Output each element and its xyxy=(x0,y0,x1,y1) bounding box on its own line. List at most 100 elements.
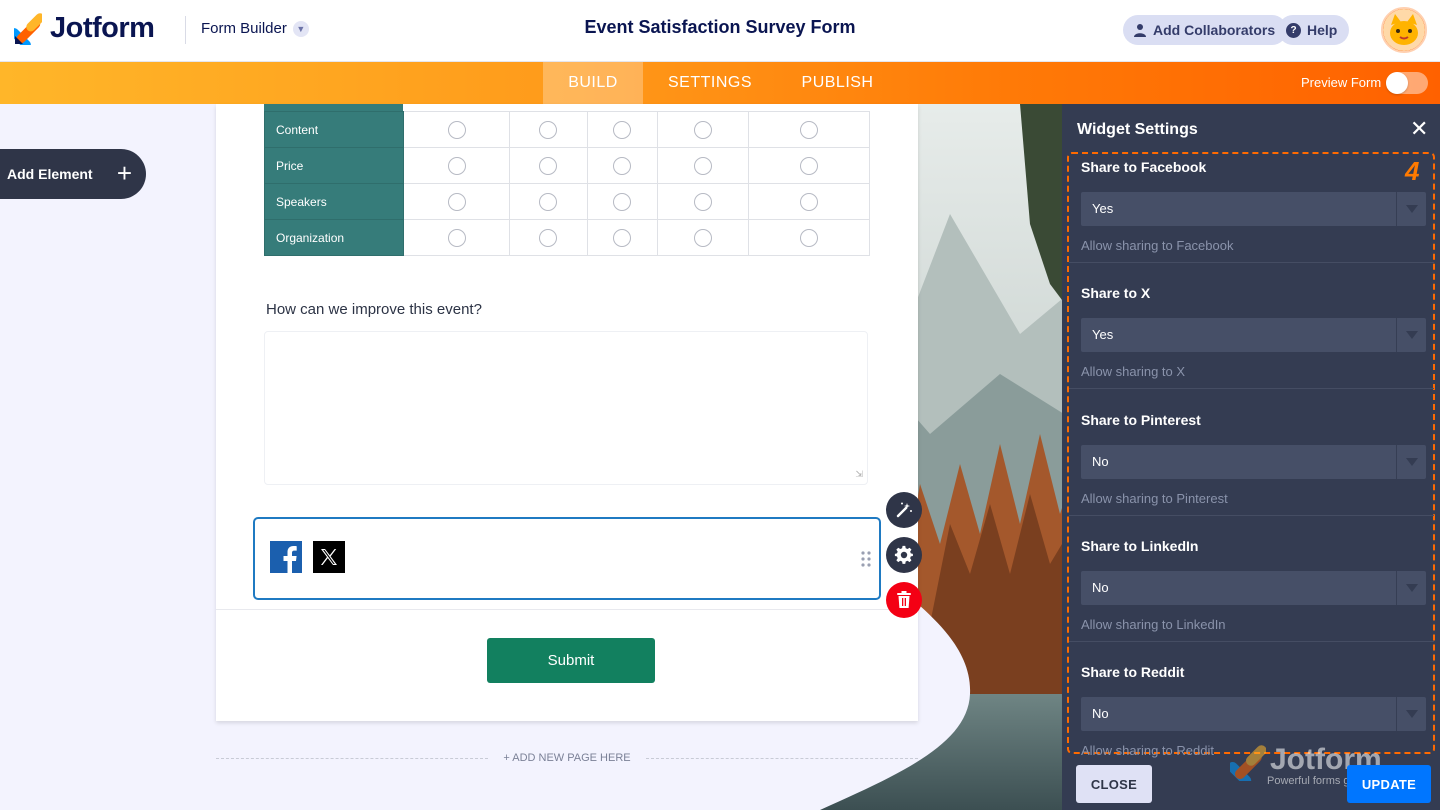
matrix-header-edge xyxy=(264,104,403,111)
setting-label: Share to X xyxy=(1081,285,1151,301)
preview-form-toggle[interactable] xyxy=(1386,72,1428,94)
matrix-cell xyxy=(656,183,749,220)
input-table: Content Price Speakers Organization xyxy=(263,111,871,256)
drag-handle-icon[interactable] xyxy=(861,551,871,567)
matrix-row: Price xyxy=(263,147,871,184)
close-button[interactable]: CLOSE xyxy=(1076,765,1152,803)
matrix-cell xyxy=(747,183,871,220)
x-logo-icon[interactable] xyxy=(313,541,345,573)
radio-button[interactable] xyxy=(693,156,712,175)
setting-select[interactable]: Yes xyxy=(1081,192,1426,226)
dropdown-arrow-icon xyxy=(1396,192,1426,226)
setting-select-value: Yes xyxy=(1092,201,1114,216)
update-button[interactable]: UPDATE xyxy=(1347,765,1431,803)
radio-button[interactable] xyxy=(799,192,818,211)
tab-publish[interactable]: PUBLISH xyxy=(790,62,885,104)
matrix-cell xyxy=(403,111,511,148)
tab-settings[interactable]: SETTINGS xyxy=(655,62,765,104)
matrix-row: Speakers xyxy=(263,183,871,220)
matrix-cell xyxy=(586,111,658,148)
setting-hint: Allow sharing to LinkedIn xyxy=(1081,617,1226,632)
header-divider xyxy=(185,16,186,44)
radio-button[interactable] xyxy=(613,156,632,175)
setting-item: Share to Facebook Yes Allow sharing to Fac… xyxy=(1081,159,1426,253)
wand-properties-button[interactable] xyxy=(886,492,922,528)
submit-button[interactable]: Submit xyxy=(487,638,655,683)
matrix-cell xyxy=(509,111,588,148)
matrix-cell xyxy=(747,111,871,148)
radio-button[interactable] xyxy=(613,192,632,211)
help-button[interactable]: ? Help xyxy=(1278,15,1350,45)
setting-select[interactable]: No xyxy=(1081,445,1426,479)
avatar[interactable] xyxy=(1381,7,1427,53)
radio-button[interactable] xyxy=(693,192,712,211)
delete-button[interactable] xyxy=(886,582,922,618)
setting-select-value: No xyxy=(1092,706,1109,721)
matrix-cell xyxy=(509,219,588,256)
radio-button[interactable] xyxy=(799,156,818,175)
question-label: How can we improve this event? xyxy=(266,301,482,318)
form-builder-dropdown[interactable]: Form Builder ▼ xyxy=(201,20,309,37)
setting-hint: Allow sharing to X xyxy=(1081,364,1186,379)
setting-item: Share to X Yes Allow sharing to X xyxy=(1081,285,1426,379)
submit-divider xyxy=(216,609,918,610)
radio-button[interactable] xyxy=(447,228,466,247)
facebook-icon[interactable] xyxy=(270,541,302,573)
setting-select[interactable]: No xyxy=(1081,697,1426,731)
avatar-cat-icon xyxy=(1383,9,1425,51)
dropdown-arrow-icon xyxy=(1396,318,1426,352)
tab-build[interactable]: BUILD xyxy=(543,62,643,104)
matrix-cell xyxy=(656,111,749,148)
setting-item: Share to Reddit No Allow sharing to Reddit xyxy=(1081,664,1426,758)
setting-hint: Allow sharing to Pinterest xyxy=(1081,491,1228,506)
help-icon: ? xyxy=(1286,22,1301,38)
radio-button[interactable] xyxy=(799,228,818,247)
setting-divider xyxy=(1069,388,1434,389)
matrix-cell xyxy=(509,147,588,184)
radio-button[interactable] xyxy=(613,228,632,247)
radio-button[interactable] xyxy=(539,192,558,211)
resize-grip-icon[interactable]: ⇲ xyxy=(855,469,863,480)
matrix-row-label: Price xyxy=(263,147,405,184)
social-share-widget[interactable] xyxy=(253,517,881,600)
matrix-cell xyxy=(586,219,658,256)
improvement-textarea[interactable]: ⇲ xyxy=(264,331,868,485)
tab-publish-label: PUBLISH xyxy=(801,74,874,91)
radio-button[interactable] xyxy=(539,228,558,247)
magic-wand-icon xyxy=(896,502,912,518)
setting-item: Share to Pinterest No Allow sharing to Pin… xyxy=(1081,412,1426,506)
radio-button[interactable] xyxy=(447,156,466,175)
user-icon xyxy=(1134,24,1146,37)
jotform-logo-icon xyxy=(14,12,42,45)
setting-divider xyxy=(1069,641,1434,642)
radio-button[interactable] xyxy=(613,120,632,139)
matrix-row: Organization xyxy=(263,219,871,256)
radio-button[interactable] xyxy=(447,192,466,211)
plus-icon: + xyxy=(116,158,132,188)
setting-hint: Allow sharing to Facebook xyxy=(1081,238,1234,253)
radio-button[interactable] xyxy=(799,120,818,139)
setting-label: Share to Pinterest xyxy=(1081,412,1201,428)
radio-button[interactable] xyxy=(539,120,558,139)
matrix-cell xyxy=(403,183,511,220)
tab-settings-label: SETTINGS xyxy=(667,74,752,91)
settings-gear-button[interactable] xyxy=(886,537,922,573)
close-icon[interactable]: ✕ xyxy=(1410,118,1428,140)
jotform-logo[interactable]: Jotform xyxy=(14,12,155,45)
add-new-page[interactable]: + ADD NEW PAGE HERE xyxy=(216,752,918,766)
add-collaborators-button[interactable]: Add Collaborators xyxy=(1123,15,1288,45)
form-builder-label: Form Builder xyxy=(201,20,287,37)
radio-button[interactable] xyxy=(447,120,466,139)
setting-select[interactable]: No xyxy=(1081,571,1426,605)
radio-button[interactable] xyxy=(693,228,712,247)
chevron-down-icon: ▼ xyxy=(292,20,309,37)
setting-select-value: Yes xyxy=(1092,327,1114,342)
add-element-label: Add Element xyxy=(7,166,93,182)
matrix-cell xyxy=(403,219,511,256)
matrix-row-label: Speakers xyxy=(263,183,405,220)
setting-select[interactable]: Yes xyxy=(1081,318,1426,352)
add-element-button[interactable]: Add Element + xyxy=(0,149,146,199)
radio-button[interactable] xyxy=(539,156,558,175)
builder-nav: BUILD SETTINGS PUBLISH Preview Form xyxy=(0,62,1440,104)
radio-button[interactable] xyxy=(693,120,712,139)
